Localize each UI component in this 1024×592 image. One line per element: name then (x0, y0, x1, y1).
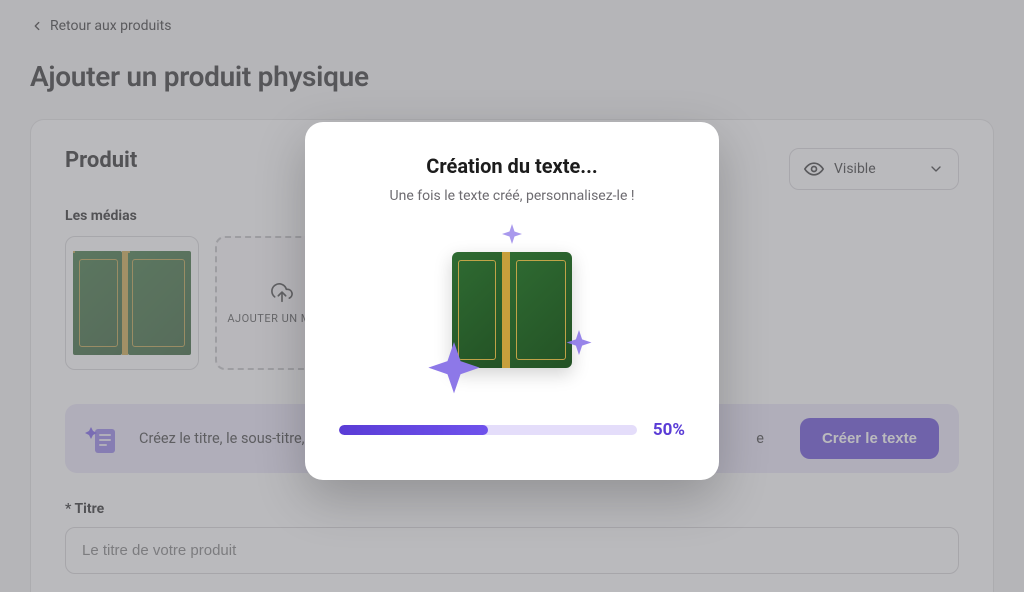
modal-subtitle: Une fois le texte créé, personnalisez-le… (339, 188, 685, 204)
sparkle-icon (564, 330, 594, 360)
progress-bar (339, 425, 637, 435)
progress-row: 50% (339, 420, 685, 440)
modal-illustration (432, 230, 592, 390)
progress-fill (339, 425, 488, 435)
modal-overlay: Création du texte... Une fois le texte c… (0, 0, 1024, 592)
text-creation-modal: Création du texte... Une fois le texte c… (305, 122, 719, 480)
modal-title: Création du texte... (339, 154, 685, 178)
sparkle-icon (426, 342, 482, 398)
sparkle-icon (500, 224, 524, 248)
progress-percent: 50% (653, 420, 685, 440)
